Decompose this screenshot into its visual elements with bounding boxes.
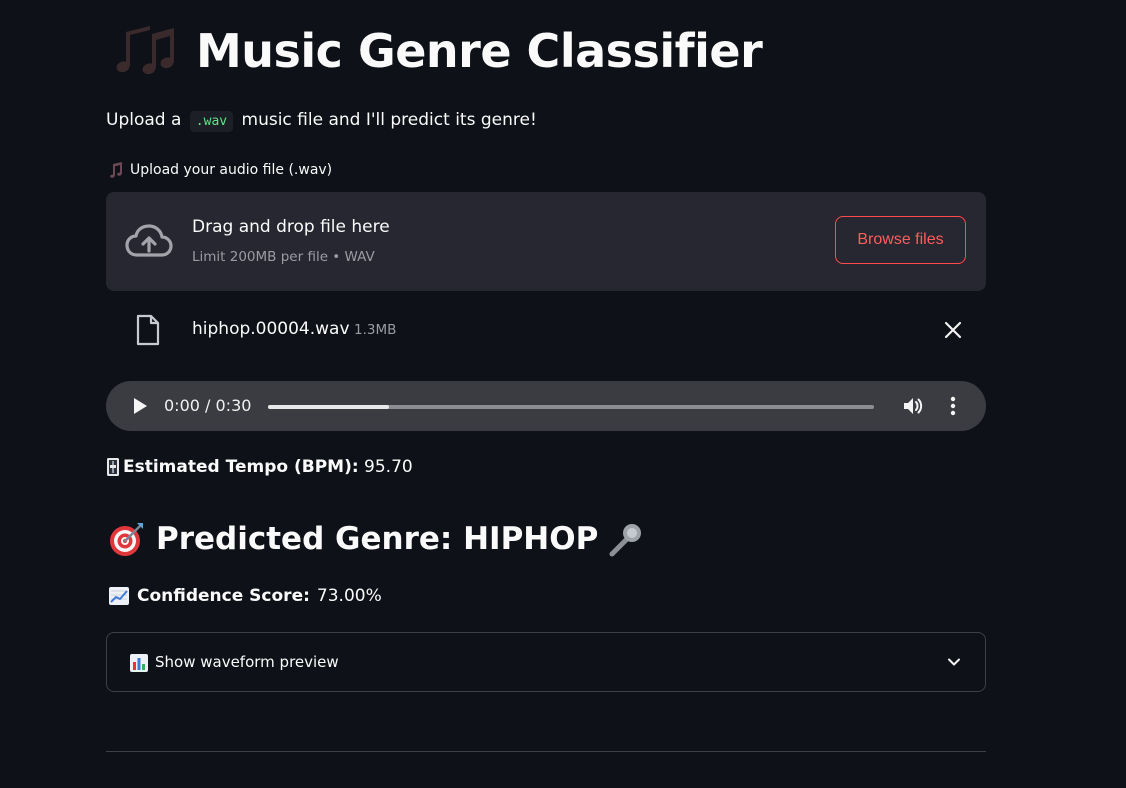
chart-increasing-icon xyxy=(109,587,129,605)
file-name: hiphop.00004.wav xyxy=(192,319,350,339)
audio-time: 0:00 / 0:30 xyxy=(164,396,252,415)
level-slider-icon xyxy=(107,458,119,476)
more-options-icon[interactable] xyxy=(946,395,960,417)
expander-label: Show waveform preview xyxy=(155,653,339,671)
file-icon xyxy=(136,314,160,346)
tempo-line: Estimated Tempo (BPM): 95.70 xyxy=(106,457,413,477)
tempo-value: 95.70 xyxy=(364,457,413,477)
file-dropzone[interactable]: Drag and drop file here Limit 200MB per … xyxy=(106,192,986,291)
divider xyxy=(106,751,986,752)
confidence-value: 73.00% xyxy=(316,586,382,606)
browse-files-button[interactable]: Browse files xyxy=(835,216,966,264)
file-size: 1.3MB xyxy=(354,322,397,338)
predicted-genre-heading: Predicted Genre: HIPHOP xyxy=(108,520,644,558)
music-note-icon xyxy=(110,162,122,178)
microphone-icon xyxy=(609,524,642,557)
direct-hit-icon xyxy=(110,523,143,556)
cloud-upload-icon xyxy=(125,224,173,257)
predicted-genre-text: Predicted Genre: HIPHOP xyxy=(156,521,599,557)
uploader-label-text: Upload your audio file (.wav) xyxy=(130,162,333,178)
bar-chart-icon xyxy=(130,654,148,672)
intro-code: .wav xyxy=(189,111,234,132)
audio-progress-fill xyxy=(268,405,390,409)
volume-icon[interactable] xyxy=(902,395,924,417)
uploaded-file-row: hiphop.00004.wav 1.3MB xyxy=(106,310,986,352)
music-notes-icon xyxy=(116,26,174,75)
tempo-label: Estimated Tempo (BPM): xyxy=(123,457,359,477)
intro-text: Upload a .wav music file and I'll predic… xyxy=(106,110,537,132)
audio-player: 0:00 / 0:30 xyxy=(106,381,986,431)
uploader-label: Upload your audio file (.wav) xyxy=(108,162,332,178)
audio-progress-bar[interactable] xyxy=(268,405,874,409)
dropzone-limit: Limit 200MB per file • WAV xyxy=(192,249,375,265)
chevron-down-icon xyxy=(948,658,960,666)
remove-file-icon[interactable] xyxy=(942,319,964,341)
play-icon[interactable] xyxy=(131,397,149,415)
confidence-line: Confidence Score: 73.00% xyxy=(108,586,382,606)
page-header: Music Genre Classifier xyxy=(116,22,763,80)
waveform-expander[interactable]: Show waveform preview xyxy=(106,632,986,692)
confidence-label: Confidence Score: xyxy=(137,586,310,606)
page-title: Music Genre Classifier xyxy=(196,24,763,78)
dropzone-title: Drag and drop file here xyxy=(192,217,390,237)
intro-prefix: Upload a xyxy=(106,110,187,130)
intro-suffix: music file and I'll predict its genre! xyxy=(236,110,537,130)
